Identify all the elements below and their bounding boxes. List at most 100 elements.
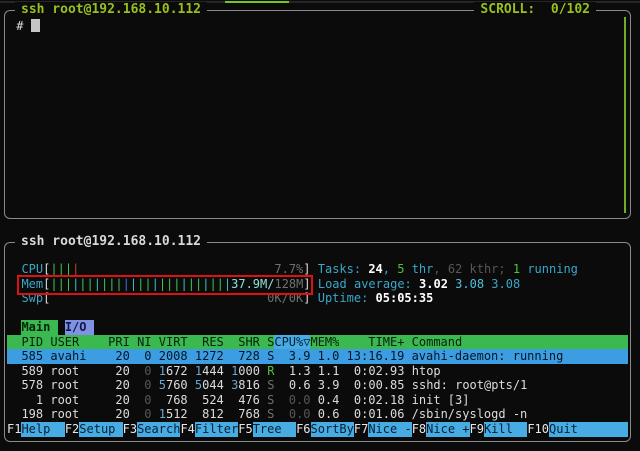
fn-f8-key[interactable]: F8 [412, 422, 426, 437]
fn-f5-key[interactable]: F5 [238, 422, 252, 437]
text-segment: running [520, 262, 578, 277]
text-segment: 5 [159, 378, 166, 393]
fn-search-button[interactable]: Search [137, 422, 180, 437]
terminal-cursor[interactable] [31, 19, 40, 32]
text-segment: | [123, 277, 130, 292]
text-segment: 0:00.85 [339, 378, 404, 393]
text-segment [152, 378, 159, 393]
text-segment: 0:02.18 [339, 393, 404, 408]
col-header-shr[interactable]: SHR [224, 335, 260, 350]
text-segment: [ [43, 277, 50, 292]
terminal-screen: ssh root@192.168.10.112 SCROLL: 0/102 # … [0, 0, 640, 451]
text-segment: 37.9M/ [231, 277, 274, 292]
text-segment [130, 393, 144, 408]
text-segment: Load average: [318, 277, 419, 292]
fn-f9-key[interactable]: F9 [470, 422, 484, 437]
text-segment: || [137, 277, 151, 292]
process-row-578[interactable]: 578 root 20 0 5760 5044 3816 S 0.6 3.9 0… [7, 378, 628, 393]
text-segment: ||| [50, 262, 72, 277]
process-row-1[interactable]: 1 root 20 0 768 524 476 S 0.0 0.4 0:02.1… [7, 393, 628, 408]
text-segment: R [267, 364, 274, 379]
text-segment [188, 378, 195, 393]
fn-f3-key[interactable]: F3 [123, 422, 137, 437]
shell-prompt-line[interactable]: # [9, 19, 40, 34]
text-segment: Mem [21, 277, 43, 292]
tab-io[interactable]: I/O [65, 320, 94, 335]
fn-tree-button[interactable]: Tree [253, 422, 296, 437]
text-segment: S [267, 393, 274, 408]
col-header-ni[interactable]: NI [130, 335, 152, 350]
fn-f4-key[interactable]: F4 [180, 422, 194, 437]
fn-sortby-button[interactable]: SortBy [311, 422, 354, 437]
text-segment [224, 378, 231, 393]
fn-nice-minus-button[interactable]: Nice - [368, 422, 411, 437]
cpu-meter-and-tasks-line: CPU[|||| 7.7%] Tasks: 24, 5 thr, 62 kthr… [7, 262, 628, 277]
text-segment: CPU [21, 262, 43, 277]
text-segment: 0.6 [274, 378, 310, 393]
fn-quit-button[interactable]: Quit [549, 422, 628, 437]
text-segment: 0:02.93 [339, 364, 404, 379]
col-header-time[interactable]: TIME+ [339, 335, 404, 350]
fn-f10-key[interactable]: F10 [527, 422, 549, 437]
text-segment: 7.7% [274, 262, 303, 277]
text-segment: 0:01.06 [339, 407, 404, 422]
col-header-pri[interactable]: PRI [108, 335, 130, 350]
col-header-state[interactable]: S [260, 335, 274, 350]
text-segment: 0.0 [274, 407, 310, 422]
text-segment [130, 364, 144, 379]
text-segment: 0 [144, 364, 151, 379]
fn-key-bar: F1Help F2Setup F3SearchF4FilterF5Tree F6… [7, 422, 628, 437]
text-segment: 5 [397, 262, 404, 277]
col-header-cpu-sorted[interactable]: CPU%▽ [274, 335, 310, 350]
text-segment: 05:05:35 [376, 291, 434, 306]
text-segment [448, 277, 455, 292]
text-segment: S [267, 378, 274, 393]
text-segment: 0.4 [310, 393, 339, 408]
fn-kill-button[interactable]: Kill [484, 422, 527, 437]
text-segment: 3.9 [311, 378, 340, 393]
text-segment [7, 262, 21, 277]
text-segment [130, 378, 144, 393]
text-segment [224, 364, 231, 379]
text-segment: [ [43, 262, 50, 277]
col-header-user[interactable]: USER [50, 335, 108, 350]
text-segment: ||| [159, 277, 181, 292]
tab-main[interactable]: Main [21, 320, 57, 335]
col-header-command[interactable]: Command [404, 335, 462, 350]
text-segment: ] [303, 291, 310, 306]
process-row-585[interactable]: 585 avahi 20 0 2008 1272 728 S 3.9 1.0 1… [7, 349, 628, 364]
fn-f2-key[interactable]: F2 [65, 422, 79, 437]
text-segment [130, 407, 144, 422]
col-header-virt[interactable]: VIRT [152, 335, 188, 350]
fn-f6-key[interactable]: F6 [296, 422, 310, 437]
text-segment: Swp [21, 291, 43, 306]
text-segment: Uptime: [318, 291, 376, 306]
mem-meter-and-load-line: Mem[|||||||||||||||||||||||||37.9M/128M]… [7, 277, 628, 292]
text-segment: ||| [50, 277, 72, 292]
col-header-pid[interactable]: PID [7, 335, 43, 350]
fn-f7-key[interactable]: F7 [354, 422, 368, 437]
shell-prompt: # [9, 19, 31, 33]
text-segment [188, 364, 195, 379]
text-segment: 1.3 [274, 364, 310, 379]
process-row-198[interactable]: 198 root 20 0 1512 812 768 S 0.0 0.6 0:0… [7, 407, 628, 422]
fn-help-button[interactable]: Help [21, 422, 64, 437]
text-segment: 0 [144, 378, 151, 393]
fn-setup-button[interactable]: Setup [79, 422, 122, 437]
col-header-res[interactable]: RES [188, 335, 224, 350]
text-segment [311, 277, 318, 292]
process-row-589[interactable]: 589 root 20 0 1672 1444 1000 R 1.3 1.1 0… [7, 364, 628, 379]
text-segment: 768 524 476 [152, 393, 260, 408]
text-segment: Tasks: [318, 262, 369, 277]
text-segment: 3 [231, 378, 238, 393]
blank-line [7, 306, 628, 321]
text-segment [152, 407, 159, 422]
text-segment: 3.08 [491, 277, 520, 292]
fn-f1-key[interactable]: F1 [7, 422, 21, 437]
pane-shell: ssh root@192.168.10.112 SCROLL: 0/102 # [4, 10, 631, 219]
text-segment: | [152, 277, 159, 292]
col-header-mem[interactable]: MEM% [310, 335, 339, 350]
fn-nice-plus-button[interactable]: Nice + [426, 422, 469, 437]
scrollbar[interactable] [624, 17, 626, 213]
fn-filter-button[interactable]: Filter [195, 422, 238, 437]
